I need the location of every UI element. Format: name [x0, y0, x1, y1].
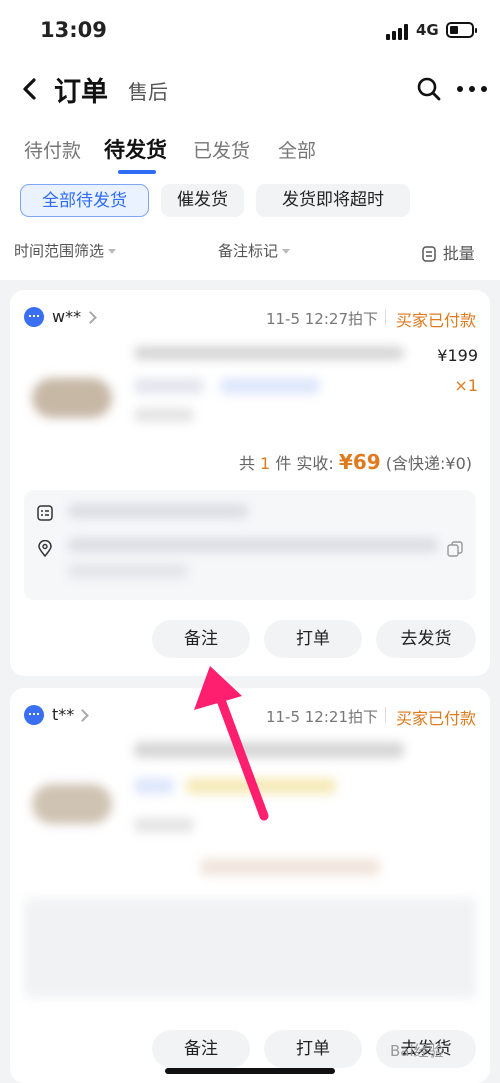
filter-bar: 时间范围筛选 备注标记 批量	[0, 236, 500, 266]
remark-button[interactable]: 备注	[152, 1030, 250, 1068]
product-price: ¥199	[437, 346, 478, 365]
product-sku-blurred	[134, 408, 194, 422]
page-title: 订单	[54, 77, 108, 108]
divider	[385, 309, 386, 325]
time-range-filter[interactable]: 时间范围筛选	[14, 240, 117, 261]
battery-icon	[446, 22, 477, 38]
product-image[interactable]	[32, 378, 112, 418]
address-box-blurred	[24, 898, 476, 998]
address-blurred	[68, 538, 438, 552]
order-card: w** 11-5 12:27拍下 买家已付款 ¥199 ×1 共 1 件 实收:…	[10, 290, 490, 676]
tab-pending-shipment[interactable]: 待发货	[104, 134, 167, 164]
summary-count: 1	[260, 454, 271, 473]
order-status: 买家已付款	[395, 311, 476, 330]
batch-button[interactable]: 批量	[420, 240, 475, 264]
address-box[interactable]	[24, 490, 476, 600]
annotation-arrow-icon	[194, 666, 269, 821]
address-line2-blurred	[68, 564, 188, 578]
receipt-icon	[37, 505, 53, 521]
summary-received-label: 件 实收:	[275, 454, 334, 473]
divider	[385, 707, 386, 723]
chevron-right-icon	[76, 709, 89, 722]
product-spec-blurred	[134, 378, 204, 394]
copy-icon[interactable]	[446, 540, 464, 558]
product-tag-blurred	[134, 778, 174, 794]
order-tabs: 待付款 待发货 已发货 全部	[0, 130, 500, 178]
tab-all[interactable]: 全部	[278, 136, 316, 163]
product-qty: ×1	[454, 376, 478, 395]
chevron-right-icon	[84, 311, 97, 324]
batch-icon	[422, 246, 436, 262]
print-label-button[interactable]: 打单	[264, 1030, 362, 1068]
active-tab-indicator	[118, 170, 156, 174]
signal-icon	[386, 24, 410, 40]
product-image[interactable]	[32, 784, 112, 824]
shop-icon	[24, 307, 44, 327]
order-time: 11-5 12:27拍下	[265, 310, 378, 328]
more-icon[interactable]	[455, 82, 489, 94]
buyer-name[interactable]: t**	[52, 705, 74, 724]
watermark: Bai经验	[390, 1042, 444, 1060]
chip-about-to-timeout[interactable]: 发货即将超时	[256, 184, 410, 217]
summary-prefix: 共	[238, 454, 255, 473]
summary-blurred	[200, 858, 380, 876]
caret-down-icon	[108, 249, 117, 254]
tab-pending-payment[interactable]: 待付款	[24, 136, 81, 163]
ship-button[interactable]: 去发货	[376, 620, 476, 658]
search-icon[interactable]	[414, 74, 444, 104]
after-sales-link[interactable]: 售后	[128, 76, 168, 105]
back-icon[interactable]	[16, 72, 46, 106]
batch-label: 批量	[442, 244, 475, 263]
summary-shipping: (含快递:¥0)	[385, 454, 472, 473]
home-indicator	[165, 1068, 335, 1074]
nav-bar: 订单 售后	[0, 66, 500, 112]
caret-down-icon	[282, 249, 291, 254]
chip-urge-shipment[interactable]: 催发货	[161, 184, 244, 217]
status-bar: 13:09 4G	[0, 0, 500, 60]
remark-flag-filter[interactable]: 备注标记	[218, 240, 291, 261]
tab-shipped[interactable]: 已发货	[193, 136, 250, 163]
chip-all-pending[interactable]: 全部待发货	[20, 184, 149, 217]
product-title-blurred	[134, 346, 404, 360]
shop-icon	[24, 705, 44, 725]
product-tag-blurred	[220, 378, 320, 394]
summary-amount: ¥69	[338, 450, 381, 474]
network-label: 4G	[416, 21, 439, 39]
clock: 13:09	[40, 18, 107, 42]
receiver-blurred	[68, 504, 248, 518]
order-status: 买家已付款	[395, 709, 476, 728]
time-range-label: 时间范围筛选	[14, 242, 105, 260]
order-summary: 共 1 件 实收: ¥69 (含快递:¥0)	[239, 450, 472, 474]
buyer-name[interactable]: w**	[52, 307, 81, 326]
location-icon	[38, 540, 52, 558]
remark-flag-label: 备注标记	[218, 242, 279, 260]
